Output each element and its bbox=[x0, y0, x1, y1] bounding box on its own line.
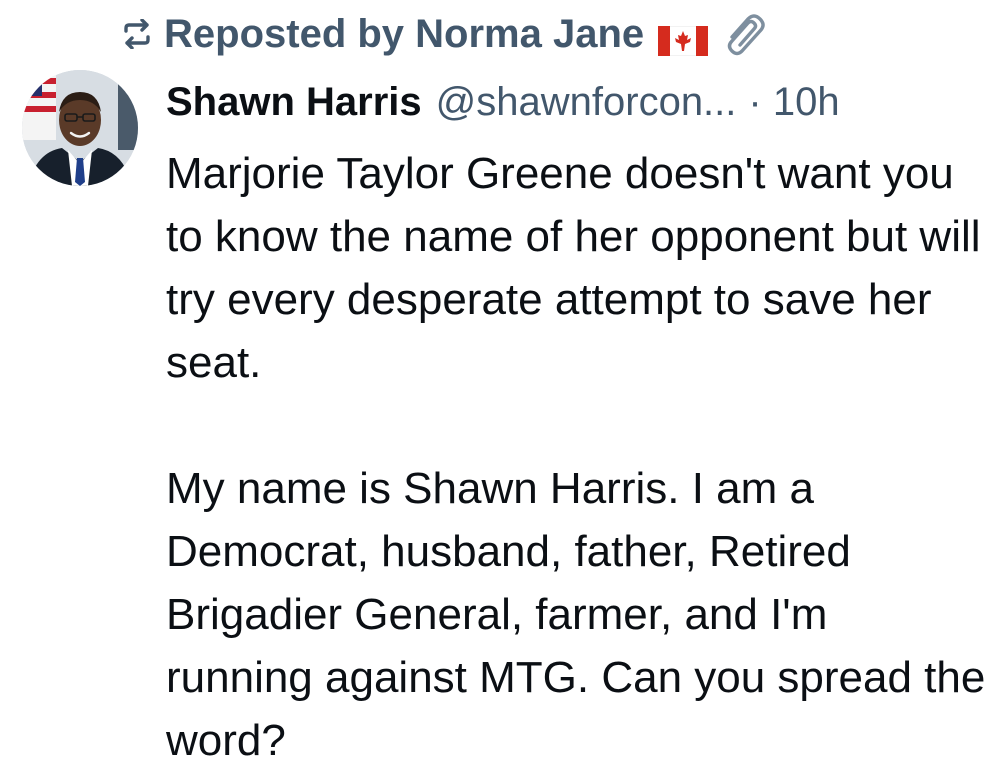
author-handle[interactable]: @shawnforcon... bbox=[436, 80, 737, 125]
repost-indicator[interactable]: Reposted by Norma Jane bbox=[120, 8, 772, 60]
author-name[interactable]: Shawn Harris bbox=[166, 80, 422, 125]
post-paragraph: Marjorie Taylor Greene doesn't want you … bbox=[166, 149, 981, 387]
post-timestamp[interactable]: · 10h bbox=[748, 80, 839, 125]
post-paragraph: My name is Shawn Harris. I am a Democrat… bbox=[166, 464, 986, 765]
author-avatar[interactable] bbox=[22, 70, 138, 186]
repost-label: Reposted by Norma Jane bbox=[164, 11, 645, 56]
post-text: Marjorie Taylor Greene doesn't want you … bbox=[166, 142, 986, 772]
post-header: Shawn Harris @shawnforcon... · 10h bbox=[166, 74, 840, 130]
canada-flag-icon bbox=[657, 21, 709, 57]
paperclip-icon bbox=[718, 7, 772, 61]
repost-icon bbox=[120, 19, 154, 49]
